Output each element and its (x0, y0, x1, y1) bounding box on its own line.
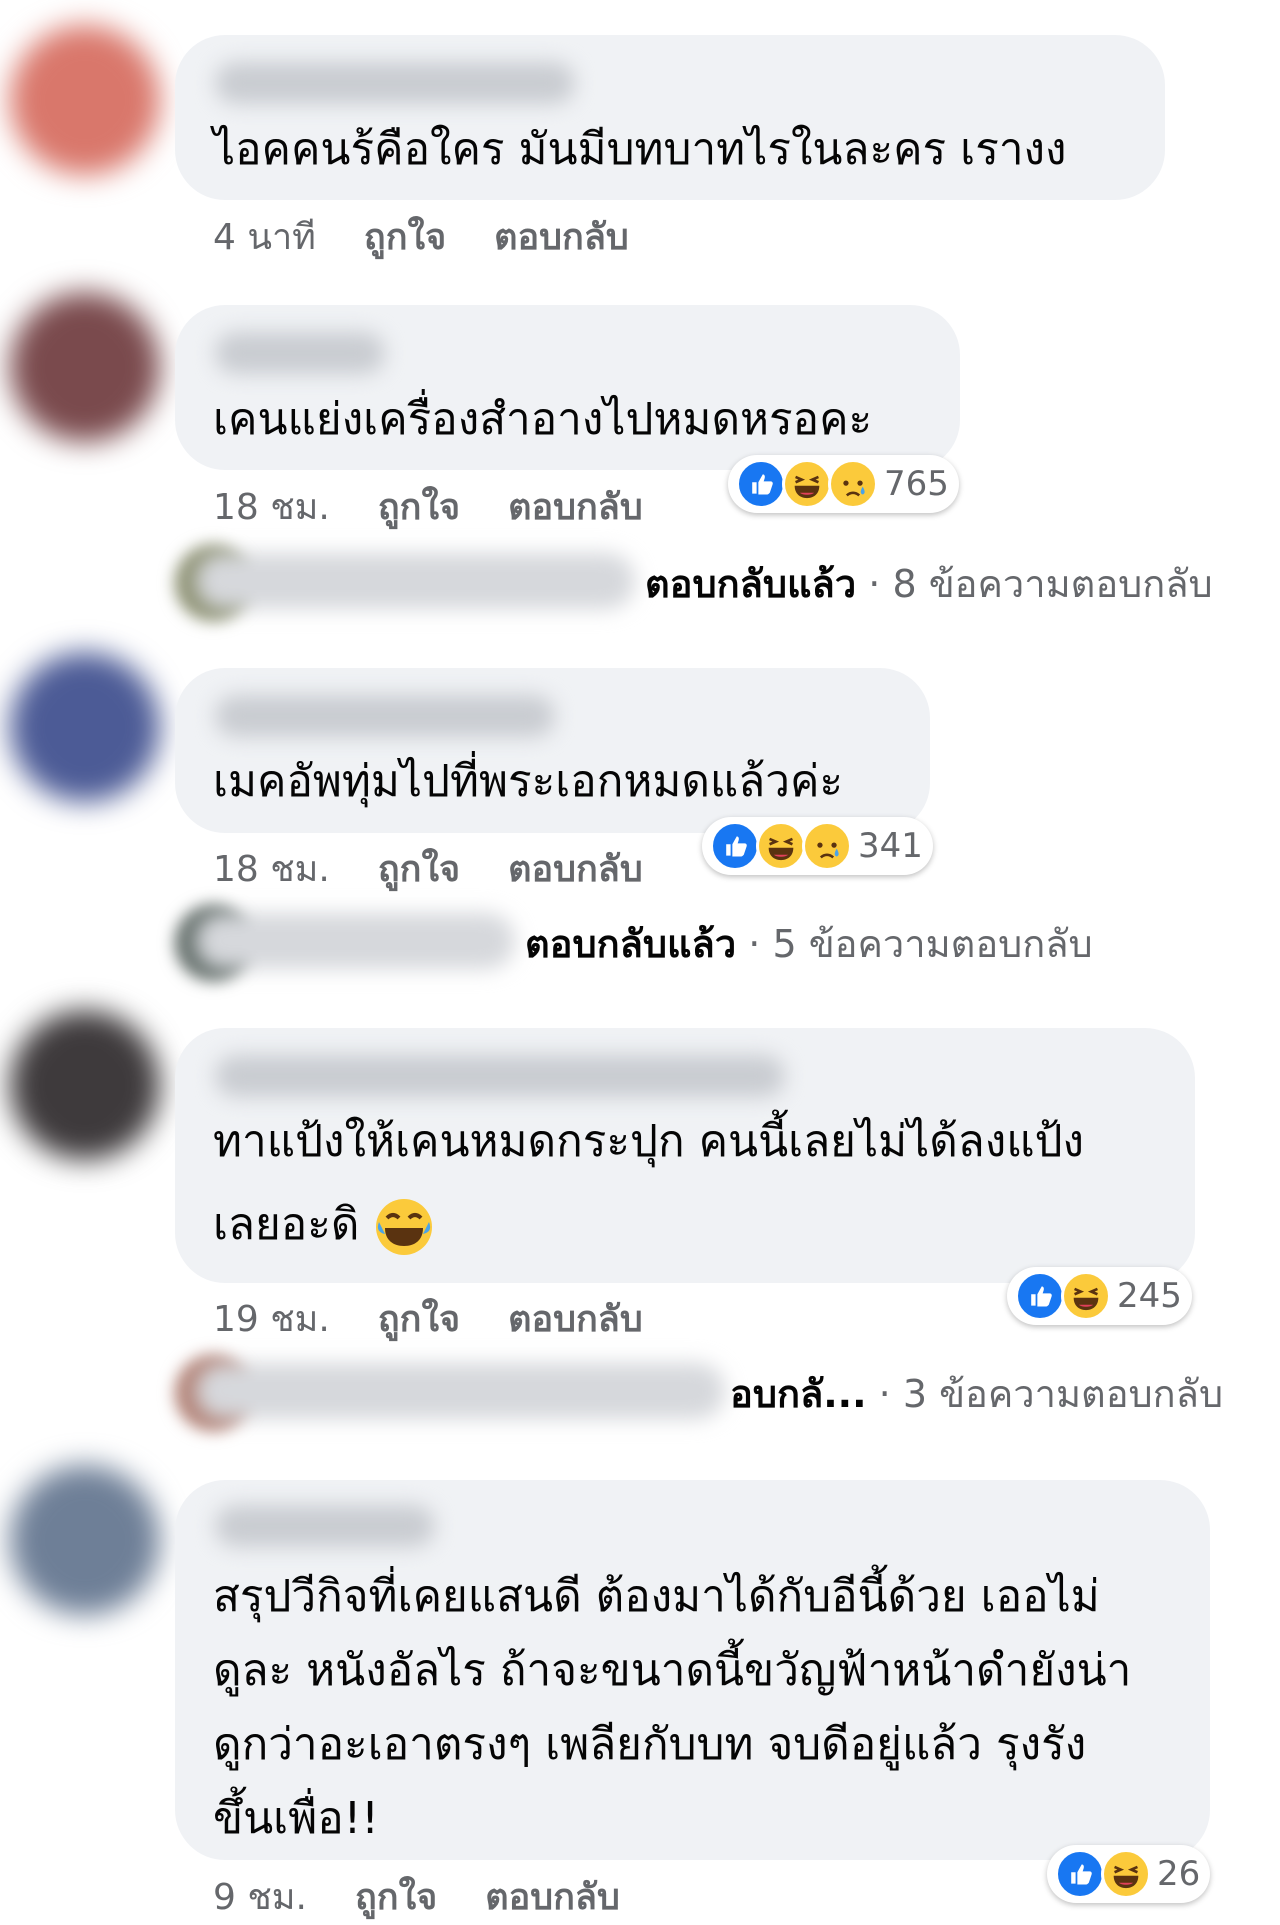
reply-author-name (195, 913, 515, 969)
comment-text: เคนแย่งเครื่องสำอางไปหมดหรอคะ (213, 394, 873, 445)
avatar[interactable] (10, 652, 160, 802)
replies-summary: ตอบกลับแล้ว · 8 ข้อความตอบกลับ (645, 553, 1213, 614)
comment-time[interactable]: 18 ชม. (213, 840, 330, 897)
like-icon (710, 821, 760, 871)
reply-button[interactable]: ตอบกลับ (508, 1290, 643, 1347)
comment-text: เลยอะดิ (213, 1188, 435, 1262)
comment-text: เมคอัพทุ่มไปที่พระเอกหมดแล้วค่ะ (213, 756, 844, 807)
reply-author-name (195, 1363, 725, 1419)
like-button[interactable]: ถูกใจ (355, 1868, 437, 1925)
reaction-summary[interactable]: 245 (1007, 1267, 1192, 1325)
like-icon (1015, 1271, 1065, 1321)
replies-link[interactable]: ตอบกลับแล้ว · 8 ข้อความตอบกลับ (175, 545, 1235, 621)
reply-author-name (195, 553, 635, 609)
reaction-count: 26 (1157, 1854, 1201, 1894)
comment-time[interactable]: 4 นาที (213, 208, 316, 265)
sad-icon (828, 459, 878, 509)
comment-time[interactable]: 9 ชม. (213, 1868, 307, 1925)
comment-text: ทาแป้งให้เคนหมดกระปุก คนนี้เลยไม่ได้ลงแป… (213, 1116, 1084, 1167)
comment-text: สรุปวีกิจที่เคยแสนดี ต้องมาได้กับอีนี้ด้… (213, 1571, 1100, 1622)
reaction-count: 341 (858, 826, 923, 866)
reply-button[interactable]: ตอบกลับ (494, 208, 629, 265)
haha-icon (1101, 1849, 1151, 1899)
separator-dot: · (748, 922, 761, 966)
reply-count: 8 ข้อความตอบกลับ (892, 562, 1213, 606)
comment-actions: 9 ชม. ถูกใจ ตอบกลับ (213, 1868, 668, 1925)
haha-icon (756, 821, 806, 871)
haha-icon (782, 459, 832, 509)
replies-summary: ตอบกลับแล้ว · 5 ข้อความตอบกลับ (525, 913, 1093, 974)
reaction-count: 245 (1117, 1276, 1182, 1316)
avatar[interactable] (10, 1465, 160, 1615)
avatar[interactable] (10, 292, 160, 442)
like-button[interactable]: ถูกใจ (378, 478, 460, 535)
laughing-tears-emoji-icon (376, 1199, 433, 1255)
comment-text: ขึ้นเพื่อ!! (213, 1793, 379, 1844)
comment-text: ไอคคนร้คือใคร มันมีบทบาทไรในละคร เรางง (213, 124, 1067, 175)
commenter-name[interactable] (215, 1505, 435, 1547)
reply-count: 3 ข้อความตอบกลับ (902, 1372, 1224, 1416)
commenter-name[interactable] (215, 332, 385, 374)
separator-dot: · (878, 1372, 891, 1416)
commenter-name[interactable] (215, 1055, 785, 1097)
replied-label: ตอบกลับแล้ว (645, 562, 857, 606)
replied-label: ตอบกลับแล้ว (525, 922, 737, 966)
like-button[interactable]: ถูกใจ (378, 840, 460, 897)
comment-time[interactable]: 19 ชม. (213, 1290, 330, 1347)
sad-icon (802, 821, 852, 871)
separator-dot: · (868, 562, 881, 606)
comment-actions: 19 ชม. ถูกใจ ตอบกลับ (213, 1290, 691, 1347)
reply-button[interactable]: ตอบกลับ (508, 478, 643, 535)
like-icon (736, 459, 786, 509)
like-button[interactable]: ถูกใจ (364, 208, 446, 265)
comment-actions: 18 ชม. ถูกใจ ตอบกลับ (213, 840, 691, 897)
reaction-count: 765 (884, 464, 949, 504)
replies-link[interactable]: อบกลั... · 3 ข้อความตอบกลับ (175, 1355, 1255, 1431)
comment-time[interactable]: 18 ชม. (213, 478, 330, 535)
replied-label: อบกลั... (730, 1372, 867, 1416)
avatar[interactable] (10, 1010, 160, 1160)
commenter-name[interactable] (215, 62, 575, 104)
comment-actions: 4 นาที ถูกใจ ตอบกลับ (213, 208, 677, 265)
reaction-summary[interactable]: 26 (1047, 1845, 1211, 1903)
reply-button[interactable]: ตอบกลับ (485, 1868, 620, 1925)
avatar[interactable] (10, 25, 160, 175)
comment-actions: 18 ชม. ถูกใจ ตอบกลับ (213, 478, 691, 535)
replies-summary: อบกลั... · 3 ข้อความตอบกลับ (730, 1363, 1223, 1424)
comment-text-line: เลยอะดิ (213, 1199, 360, 1250)
reaction-summary[interactable]: 765 (728, 455, 959, 513)
comment-text: ดูละ หนังอัลไร ถ้าจะขนาดนี้ขวัญฟ้าหน้าดำ… (213, 1645, 1132, 1696)
replies-link[interactable]: ตอบกลับแล้ว · 5 ข้อความตอบกลับ (175, 905, 1115, 981)
reply-count: 5 ข้อความตอบกลับ (772, 922, 1093, 966)
reply-button[interactable]: ตอบกลับ (508, 840, 643, 897)
comment-text: ดูกว่าอะเอาตรงๆ เพลียกับบท จบดีอยู่แล้ว … (213, 1719, 1087, 1770)
reaction-summary[interactable]: 341 (702, 817, 933, 875)
haha-icon (1061, 1271, 1111, 1321)
commenter-name[interactable] (215, 695, 555, 737)
like-button[interactable]: ถูกใจ (378, 1290, 460, 1347)
like-icon (1055, 1849, 1105, 1899)
